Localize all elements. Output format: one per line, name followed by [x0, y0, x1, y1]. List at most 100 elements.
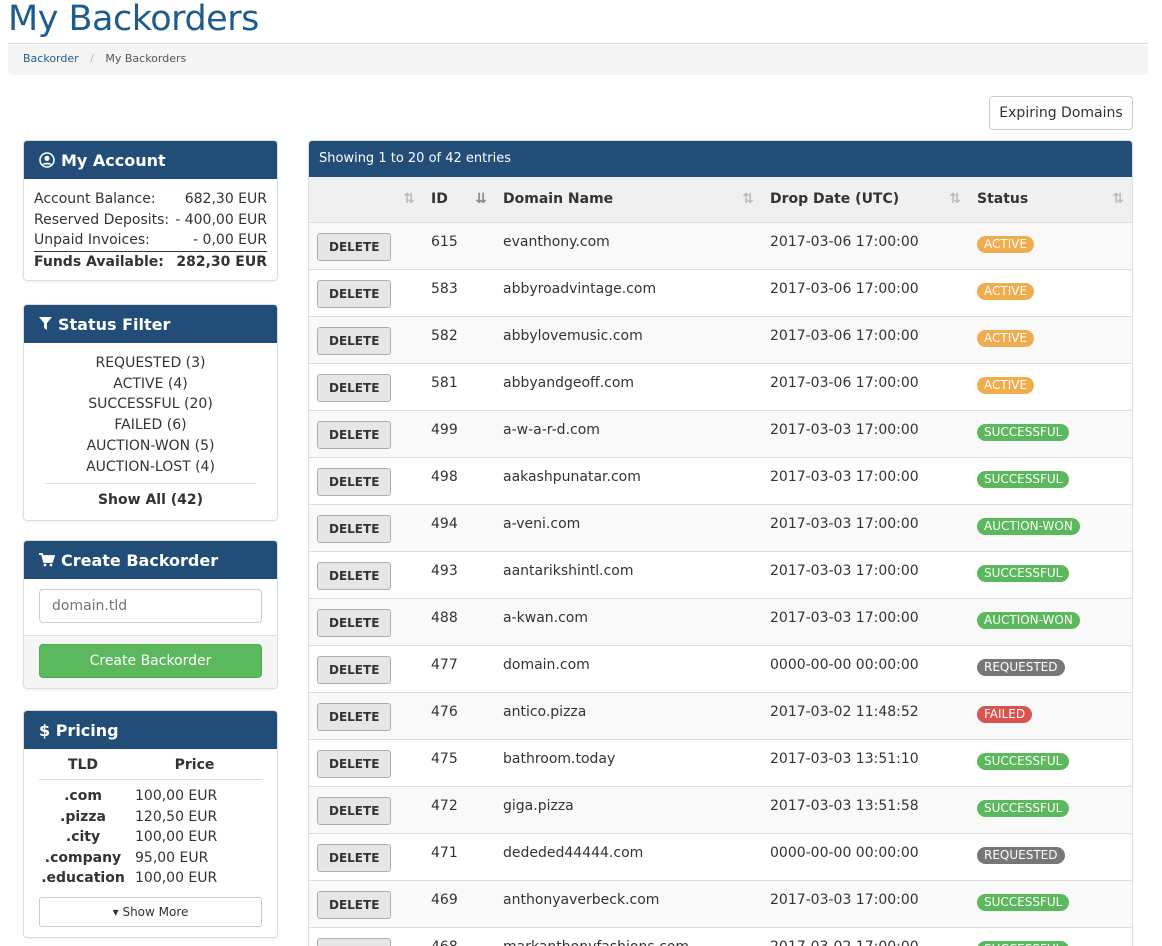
filter-successful[interactable]: SUCCESSFUL (20) [44, 394, 257, 415]
price-cell: 100,00 EUR [135, 788, 218, 804]
table-row: DELETE 499 a-w-a-r-d.com 2017-03-03 17:00:0… [309, 410, 1132, 458]
user-circle-icon [39, 152, 55, 168]
status-badge: REQUESTED [977, 658, 1065, 676]
delete-button[interactable]: DELETE [317, 890, 392, 919]
domain-cell: abbyroadvintage.com [495, 269, 762, 317]
status-cell: SUCCESSFUL [969, 410, 1132, 458]
status-badge: SUCCESSFUL [977, 799, 1070, 817]
filter-show-all[interactable]: Show All (42) [44, 490, 257, 510]
delete-button[interactable]: DELETE [317, 749, 392, 778]
row-label: Account Balance: [34, 191, 156, 207]
funds-available-row: Funds Available: 282,30 EUR [34, 250, 267, 273]
delete-button[interactable]: DELETE [317, 279, 392, 308]
filter-active[interactable]: ACTIVE (4) [44, 374, 257, 395]
delete-button[interactable]: DELETE [317, 655, 392, 684]
delete-button[interactable]: DELETE [317, 796, 392, 825]
drop-date-cell: 2017-03-06 17:00:00 [762, 363, 969, 411]
actions-column-header[interactable]: ⇅ [309, 177, 423, 223]
actions-cell: DELETE [309, 645, 423, 693]
table-row: DELETE 468markanthonyfashions.com2017-03-… [309, 927, 1132, 946]
create-backorder-button[interactable]: Create Backorder [39, 644, 262, 678]
actions-cell: DELETE [309, 833, 423, 881]
id-column-header[interactable]: ID ⇊ [423, 177, 495, 223]
delete-button[interactable]: DELETE [317, 937, 392, 946]
status-filter-title: Status Filter [58, 314, 171, 334]
filter-auction-lost[interactable]: AUCTION-LOST (4) [44, 457, 257, 478]
id-cell: 476 [423, 692, 495, 740]
table-row: DELETE 582 abbylovemusic.com 2017-03-06 17:… [309, 316, 1132, 364]
status-badge: REQUESTED [977, 846, 1065, 864]
delete-button[interactable]: DELETE [317, 420, 392, 449]
status-cell: REQUESTED [969, 833, 1132, 881]
status-cell: SUCCESSFUL [969, 551, 1132, 599]
tld-cell: .pizza [60, 808, 106, 825]
breadcrumb: Backorder / My Backorders [8, 45, 1148, 75]
delete-button[interactable]: DELETE [317, 702, 392, 731]
create-backorder-panel: Create Backorder Create Backorder [23, 540, 278, 689]
domain-column-header[interactable]: Domain Name ⇅ [495, 177, 762, 223]
drop-date-cell: 2017-03-06 17:00:00 [762, 316, 969, 364]
drop-date-cell: 2017-03-03 17:00:00 [762, 457, 969, 505]
domain-cell: anthonyaverbeck.com [495, 880, 762, 928]
account-summary: Account Balance: 682,30 EUR Reserved Dep… [24, 179, 277, 280]
id-cell: 475 [423, 739, 495, 787]
domain-cell: aantarikshintl.com [495, 551, 762, 599]
delete-button[interactable]: DELETE [317, 561, 392, 590]
id-cell: 471 [423, 833, 495, 881]
account-panel-header: My Account [24, 141, 277, 179]
status-badge: ACTIVE [977, 282, 1035, 300]
row-value: - 0,00 EUR [193, 232, 267, 248]
delete-button[interactable]: DELETE [317, 467, 392, 496]
create-backorder-footer: Create Backorder [24, 635, 277, 688]
domain-input[interactable] [39, 589, 262, 623]
delete-button[interactable]: DELETE [317, 373, 392, 402]
status-column-header[interactable]: Status ⇅ [969, 177, 1132, 223]
table-row: DELETE 488 a-kwan.com 2017-03-03 17:00:00 AU… [309, 598, 1132, 646]
domain-cell: a-w-a-r-d.com [495, 410, 762, 458]
expiring-domains-button[interactable]: Expiring Domains [989, 96, 1133, 130]
sort-icon: ⇅ [742, 191, 754, 207]
unpaid-invoices-row: Unpaid Invoices: - 0,00 EUR [34, 230, 267, 251]
filter-auction-won[interactable]: AUCTION-WON (5) [44, 436, 257, 457]
backorders-table-panel: Showing 1 to 20 of 42 entries ⇅ ID ⇊ Doma… [308, 140, 1133, 946]
delete-button[interactable]: DELETE [317, 232, 392, 261]
delete-button[interactable]: DELETE [317, 843, 392, 872]
filter-icon [39, 317, 52, 330]
actions-cell: DELETE [309, 410, 423, 458]
domain-cell: evanthony.com [495, 222, 762, 270]
drop-date-cell: 0000-00-00 00:00:00 [762, 645, 969, 693]
tld-cell: .education [41, 870, 125, 887]
id-cell: 493 [423, 551, 495, 599]
drop-date-cell: 2017-03-02 17:00:00 [762, 927, 969, 946]
domain-cell: a-kwan.com [495, 598, 762, 646]
actions-cell: DELETE [309, 222, 423, 270]
price-cell: 95,00 EUR [135, 849, 209, 866]
domain-cell: domain.com [495, 645, 762, 693]
breadcrumb-separator: / [90, 52, 94, 65]
filter-requested[interactable]: REQUESTED (3) [44, 353, 257, 374]
status-cell: REQUESTED [969, 645, 1132, 693]
filter-failed[interactable]: FAILED (6) [44, 415, 257, 436]
filter-divider [44, 483, 257, 485]
breadcrumb-home-link[interactable]: Backorder [23, 52, 79, 65]
drop-date-cell: 2017-03-03 13:51:10 [762, 739, 969, 787]
pricing-panel: $ Pricing TLD Price .com 100,00 EUR .piz… [23, 710, 278, 938]
drop-date-cell: 0000-00-00 00:00:00 [762, 833, 969, 881]
show-more-button[interactable]: ▾ Show More [39, 896, 262, 927]
row-value: 682,30 EUR [184, 191, 267, 207]
id-cell: 488 [423, 598, 495, 646]
pricing-header: $ Pricing [24, 711, 277, 749]
pricing-row: .education 100,00 EUR [39, 868, 262, 889]
status-header-label: Status [977, 191, 1029, 208]
drop-date-column-header[interactable]: Drop Date (UTC) ⇅ [762, 177, 969, 223]
actions-cell: DELETE [309, 739, 423, 787]
delete-button[interactable]: DELETE [317, 326, 392, 355]
status-badge: ACTIVE [977, 329, 1035, 347]
domain-cell: giga.pizza [495, 786, 762, 834]
pricing-row: .pizza 120,50 EUR [39, 807, 262, 828]
delete-button[interactable]: DELETE [317, 514, 392, 543]
delete-button[interactable]: DELETE [317, 608, 392, 637]
drop-date-cell: 2017-03-03 17:00:00 [762, 504, 969, 552]
status-cell: AUCTION-WON [969, 598, 1132, 646]
price-cell: 100,00 EUR [135, 829, 218, 846]
